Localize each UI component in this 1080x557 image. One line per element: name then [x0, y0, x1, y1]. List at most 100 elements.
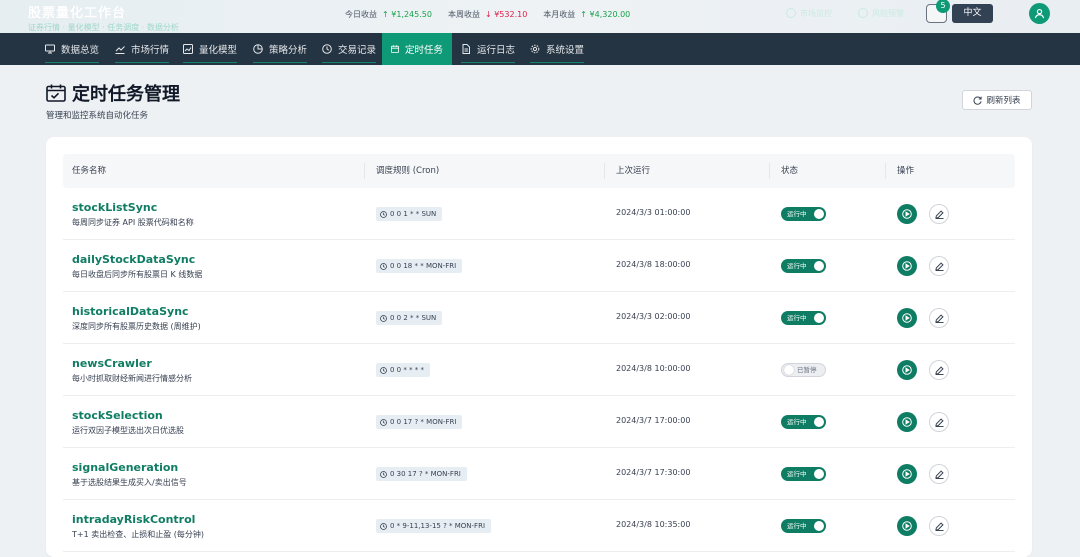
risk-alert-button[interactable]: 风险预警 — [858, 8, 904, 19]
task-description: 基于选股结果生成买入/卖出信号 — [72, 478, 187, 487]
col-divider — [885, 163, 886, 179]
status-toggle[interactable]: 运行中 — [781, 415, 826, 429]
edit-task-button[interactable] — [929, 256, 949, 276]
task-name: historicalDataSync — [72, 305, 189, 318]
cron-expression: 0 0 * * * * — [390, 366, 425, 374]
status-toggle[interactable]: 已暂停 — [781, 363, 826, 377]
nav-item-scheduled-tasks[interactable]: 定时任务 — [382, 33, 452, 65]
status-toggle[interactable]: 运行中 — [781, 207, 826, 221]
cron-expression: 0 0 2 * * SUN — [390, 314, 437, 322]
nav-item-logs[interactable]: 运行日志 — [452, 33, 524, 65]
play-circle-icon — [902, 417, 912, 427]
status-toggle[interactable]: 运行中 — [781, 467, 826, 481]
status-label: 运行中 — [787, 522, 807, 530]
pencil-icon — [934, 417, 944, 427]
status-label: 运行中 — [787, 314, 807, 322]
nav-item-quant-model[interactable]: 量化模型 — [174, 33, 246, 65]
edit-task-button[interactable] — [929, 412, 949, 432]
status-toggle[interactable]: 运行中 — [781, 519, 826, 533]
last-run-time: 2024/3/7 17:00:00 — [616, 416, 691, 425]
history-icon — [322, 44, 332, 54]
status-label: 运行中 — [787, 470, 807, 478]
language-switch[interactable]: 中文 — [952, 4, 993, 23]
col-divider — [604, 163, 605, 179]
run-task-button[interactable] — [897, 360, 917, 380]
clock-icon — [380, 262, 387, 270]
last-run-time: 2024/3/3 01:00:00 — [616, 208, 691, 217]
table-header: 任务名称 调度规则 (Cron) 上次运行 状态 操作 — [63, 154, 1015, 188]
run-task-button[interactable] — [897, 204, 917, 224]
table-row: historicalDataSync 深度同步所有股票历史数据 (周维护) 0 0 … — [63, 292, 1015, 344]
user-avatar-button[interactable] — [1029, 3, 1050, 24]
cron-badge: 0 0 2 * * SUN — [376, 311, 443, 325]
market-monitor-button[interactable]: 市场监控 — [786, 8, 832, 19]
task-table-card: 任务名称 调度规则 (Cron) 上次运行 状态 操作 stockListSyn… — [46, 137, 1032, 557]
task-name: newsCrawler — [72, 357, 152, 370]
task-description: 每周同步证券 API 股票代码和名称 — [72, 218, 194, 227]
trend-icon — [115, 46, 125, 54]
task-name: stockSelection — [72, 409, 163, 422]
nav-item-strategy[interactable]: 策略分析 — [244, 33, 316, 65]
last-run-time: 2024/3/3 02:00:00 — [616, 312, 691, 321]
toggle-knob — [814, 209, 824, 219]
toggle-knob — [814, 521, 824, 531]
pencil-icon — [934, 365, 944, 375]
task-description: 深度同步所有股票历史数据 (周维护) — [72, 322, 201, 331]
cron-badge: 0 0 1 * * SUN — [376, 207, 443, 221]
monitor-circle-icon — [786, 8, 796, 18]
run-task-button[interactable] — [897, 308, 917, 328]
edit-task-button[interactable] — [929, 204, 949, 224]
gear-icon — [530, 44, 540, 54]
clock-icon — [380, 470, 387, 478]
clock-icon — [380, 418, 387, 426]
edit-task-button[interactable] — [929, 308, 949, 328]
col-actions: 操作 — [897, 166, 915, 176]
monitor-icon — [45, 44, 55, 54]
run-task-button[interactable] — [897, 464, 917, 484]
status-toggle[interactable]: 运行中 — [781, 259, 826, 273]
cron-badge: 0 0 17 ? * MON-FRI — [376, 415, 463, 429]
toggle-knob — [814, 261, 824, 271]
task-name: stockListSync — [72, 201, 158, 214]
main-nav: 数据总览 市场行情 量化模型 策略分析 交易记录 定时任务 运行日志 系统设置 — [0, 33, 1080, 65]
run-task-button[interactable] — [897, 256, 917, 276]
page-title: 定时任务管理 — [46, 80, 180, 106]
cron-expression: 0 * 9-11,13-15 ? * MON-FRI — [390, 522, 486, 530]
edit-task-button[interactable] — [929, 360, 949, 380]
edit-task-button[interactable] — [929, 464, 949, 484]
task-name: intradayRiskControl — [72, 513, 196, 526]
run-task-button[interactable] — [897, 516, 917, 536]
refresh-icon — [973, 96, 983, 105]
pie-icon — [253, 44, 263, 54]
stat-week: 本周收益 ↓ ¥532.10 — [447, 10, 528, 19]
col-last-run: 上次运行 — [616, 166, 651, 176]
play-circle-icon — [902, 365, 912, 375]
pencil-icon — [934, 313, 944, 323]
alert-circle-icon — [858, 8, 868, 18]
user-icon — [1034, 8, 1045, 19]
nav-item-trades[interactable]: 交易记录 — [313, 33, 385, 65]
clock-icon — [380, 314, 387, 322]
status-toggle[interactable]: 运行中 — [781, 311, 826, 325]
col-status: 状态 — [781, 166, 799, 176]
toggle-knob — [814, 417, 824, 427]
pencil-icon — [934, 469, 944, 479]
chart-icon — [183, 44, 193, 54]
refresh-list-button[interactable]: 刷新列表 — [962, 90, 1032, 110]
toggle-knob — [814, 469, 824, 479]
nav-item-settings[interactable]: 系统设置 — [521, 33, 593, 65]
toggle-knob — [784, 365, 794, 375]
status-label: 运行中 — [787, 210, 807, 218]
calendar-icon — [391, 45, 399, 53]
status-label: 运行中 — [787, 262, 807, 270]
earnings-stats: 今日收益 ↑ ¥1,245.50 本周收益 ↓ ¥532.10 本月收益 ↑ ¥4,3… — [345, 9, 630, 20]
table-row: intradayRiskControl T+1 卖出检查、止损和止盈 (每分钟) 0… — [63, 500, 1015, 552]
pencil-icon — [934, 209, 944, 219]
nav-item-overview[interactable]: 数据总览 — [36, 33, 108, 65]
last-run-time: 2024/3/8 10:35:00 — [616, 520, 691, 529]
run-task-button[interactable] — [897, 412, 917, 432]
nav-item-market[interactable]: 市场行情 — [106, 33, 178, 65]
task-description: 每小时抓取财经新闻进行情感分析 — [72, 374, 192, 383]
cron-expression: 0 0 17 ? * MON-FRI — [390, 418, 457, 426]
edit-task-button[interactable] — [929, 516, 949, 536]
